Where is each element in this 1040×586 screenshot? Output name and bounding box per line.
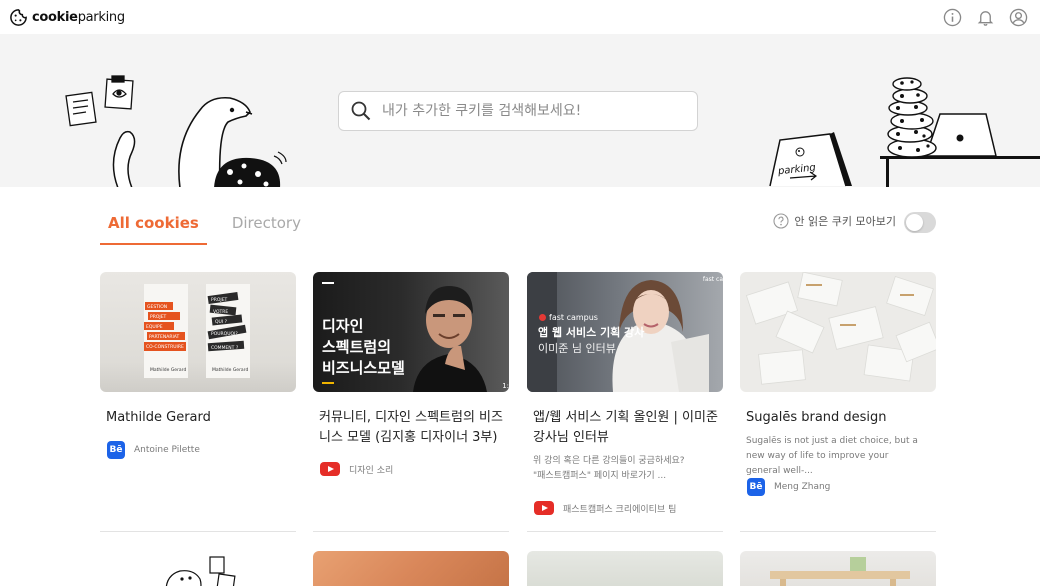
thumb-brand: fast campus [539, 313, 598, 322]
card-description: Sugalēs is not just a diet choice, but a… [746, 436, 918, 476]
user-icon[interactable] [1009, 8, 1028, 27]
unread-filter-label: 안 읽은 쿠키 모아보기 [794, 215, 896, 228]
source-name: Antoine Pilette [134, 445, 200, 455]
thumb-tag: GESTION [147, 304, 167, 310]
unread-toggle[interactable] [904, 212, 936, 233]
search-icon [351, 101, 371, 121]
thumb-overlay-text: 디자인 스펙트럼의 비즈니스모델 [322, 317, 405, 377]
thumb-corner-text: 1: [502, 382, 509, 390]
hero-banner: parking [0, 34, 1040, 187]
thumb-caption: Mathilde Gerard [150, 367, 186, 373]
thumb-tag: PROJET [211, 297, 228, 303]
card-source: Bē Antoine Pilette [107, 441, 200, 459]
behance-icon: Bē [107, 441, 125, 459]
cookie-card[interactable]: Sugalēs brand design Sugalēs is not just… [740, 272, 936, 532]
cookie-card-partial[interactable] [740, 551, 936, 586]
info-icon[interactable] [943, 8, 962, 27]
question-icon[interactable] [773, 213, 789, 229]
card-thumbnail: fast campus 앱 웹 서비스 기획 강사 이미준 님 인터뷰 fast… [527, 272, 723, 392]
card-title[interactable]: 앱/웹 서비스 기획 올인원 | 이미준 강사님 인터뷰 [527, 408, 723, 448]
card-source: 패스트캠퍼스 크리에이티브 팀 [534, 501, 676, 515]
toggle-knob [906, 214, 923, 231]
card-title[interactable]: Sugalēs brand design [740, 408, 936, 428]
search-input[interactable] [382, 103, 682, 119]
search-box[interactable] [338, 91, 698, 131]
cookie-card-partial[interactable] [527, 551, 723, 586]
tab-all-cookies[interactable]: All cookies [100, 206, 207, 245]
unread-filter: 안 읽은 쿠키 모아보기 [773, 213, 896, 229]
thumb-tag: QUI ? [215, 319, 228, 325]
youtube-icon [534, 501, 554, 515]
behance-icon: Bē [747, 478, 765, 496]
app-logo[interactable]: cookieparking [9, 7, 125, 27]
thumb-tag: PARTENARIAT [149, 334, 180, 340]
cookie-logo-icon [10, 8, 27, 26]
thumb-tag: POURQUOI? [211, 331, 238, 337]
thumb-tag: EQUIPE [146, 324, 163, 330]
source-name: 패스트캠퍼스 크리에이티브 팀 [563, 504, 677, 515]
youtube-icon [320, 462, 340, 476]
parking-desk-illustration: parking [769, 77, 1040, 187]
thumb-tag: VOTRE [213, 309, 228, 315]
cookie-card[interactable]: GESTION PROJET EQUIPE PARTENARIAT CO-CON… [100, 272, 296, 532]
tab-bar: All cookies Directory [100, 206, 309, 246]
card-title[interactable]: Mathilde Gerard [100, 408, 296, 428]
card-description: 위 강의 혹은 다른 강의들이 궁금하세요? "패스트캠퍼스" 페이지 바로가기… [533, 456, 685, 481]
thumb-tag: PROJET [150, 314, 167, 320]
logo-text: cookieparking [32, 9, 125, 25]
bell-icon[interactable] [976, 8, 995, 27]
cookie-card-partial[interactable] [313, 551, 509, 586]
card-thumbnail: GESTION PROJET EQUIPE PARTENARIAT CO-CON… [100, 272, 296, 392]
cookie-card[interactable]: 디자인 스펙트럼의 비즈니스모델 1: 커뮤니티, 디자인 스펙트럼의 비즈니스… [313, 272, 509, 532]
card-thumbnail: 디자인 스펙트럼의 비즈니스모델 1: [313, 272, 509, 392]
tab-directory[interactable]: Directory [224, 206, 309, 244]
source-name: Meng Zhang [774, 482, 831, 492]
thumb-tag: CO-CONSTRUIRE [146, 344, 184, 350]
thumb-corner-brand: fast ca [702, 276, 723, 283]
thumb-tag: COMMENT ? [211, 345, 239, 351]
card-title[interactable]: 커뮤니티, 디자인 스펙트럼의 비즈니스 모델 (김지홍 디자이너 3부) [313, 408, 509, 448]
card-source: Bē Meng Zhang [747, 478, 830, 496]
cookie-card[interactable]: fast campus 앱 웹 서비스 기획 강사 이미준 님 인터뷰 fast… [527, 272, 723, 532]
thumb-caption: Mathilde Gerard [212, 367, 248, 373]
source-name: 디자인 소리 [349, 465, 394, 476]
cookie-card-partial[interactable] [100, 551, 296, 586]
card-source: 디자인 소리 [320, 462, 393, 476]
meerkat-illustration [65, 75, 287, 187]
thumb-line-1: 앱 웹 서비스 기획 강사 [538, 326, 645, 339]
top-bar: cookieparking [0, 0, 1040, 34]
thumb-line-2: 이미준 님 인터뷰 [538, 342, 616, 355]
card-thumbnail [740, 272, 936, 392]
